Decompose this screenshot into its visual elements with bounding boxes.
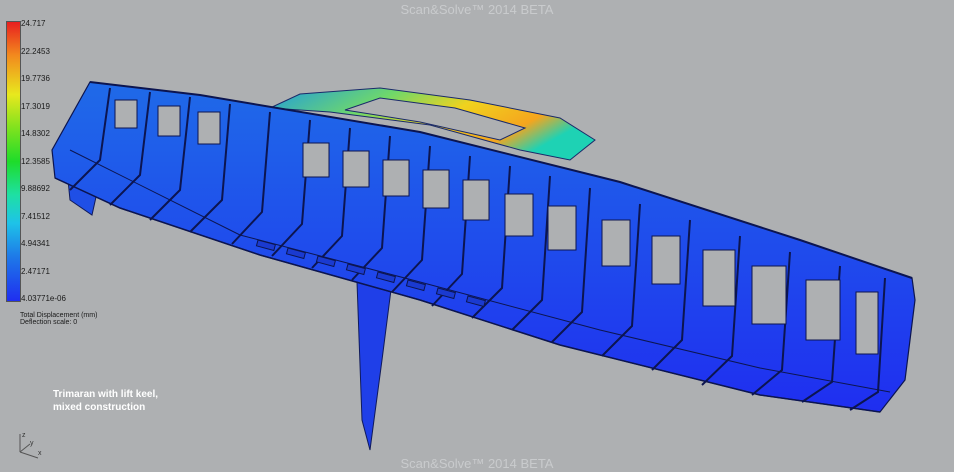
legend-tick: 19.7736: [21, 74, 50, 83]
caption-line-2: mixed construction: [53, 402, 146, 413]
deflection-scale: Deflection scale: 0: [20, 319, 78, 326]
legend-tick: 2.47171: [21, 267, 50, 276]
legend-tick: 9.88692: [21, 184, 50, 193]
color-scale-bar: [6, 21, 21, 302]
legend-tick: 12.3585: [21, 157, 50, 166]
displacement-legend: 24.717 22.2453 19.7736 17.3019 14.8302 1…: [4, 18, 114, 318]
legend-tick: 17.3019: [21, 102, 50, 111]
watermark-bottom: Scan&Solve™ 2014 BETA: [400, 456, 554, 471]
legend-tick: 4.94341: [21, 239, 50, 248]
legend-tick: 7.41512: [21, 212, 50, 221]
lift-keel: [356, 281, 393, 451]
caption-line-1: Trimaran with lift keel,: [53, 389, 159, 400]
axis-z-label: z: [22, 432, 26, 439]
legend-tick: 22.2453: [21, 47, 50, 56]
legend-tick: 4.03771e-06: [21, 294, 66, 303]
model-caption: Trimaran with lift keel, mixed construct…: [53, 388, 213, 414]
legend-tick: 14.8302: [21, 129, 50, 138]
axis-y-label: y: [30, 440, 34, 447]
legend-tick: 24.717: [21, 19, 46, 28]
